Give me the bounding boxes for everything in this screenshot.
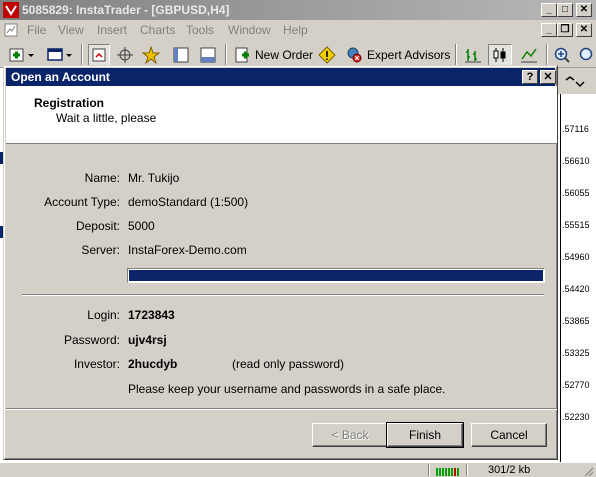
price-label: .52770 <box>562 380 590 390</box>
status-bar: 301/2 kb <box>0 462 596 477</box>
name-value: Mr. Tukijo <box>128 171 180 185</box>
line-chart-icon <box>521 48 537 63</box>
help-button[interactable]: ? <box>522 70 538 84</box>
price-label: .53325 <box>562 348 590 358</box>
new-order-icon <box>235 47 249 63</box>
finish-button[interactable]: Finish <box>386 422 464 448</box>
favorites-button[interactable] <box>142 44 162 66</box>
server-label: Server: <box>81 243 120 257</box>
menu-file[interactable]: File <box>27 23 46 37</box>
open-account-dialog: Open an Account ? ✕ Registration Wait a … <box>3 65 558 460</box>
price-label: .57116 <box>562 124 589 134</box>
profiles-icon <box>47 48 72 61</box>
price-axis <box>560 94 596 462</box>
navigator-button[interactable] <box>172 44 190 66</box>
candlestick-icon <box>493 48 506 62</box>
password-value: ujv4rsj <box>128 333 167 347</box>
investor-value: 2hucdyb <box>128 357 178 371</box>
back-button[interactable]: < Back <box>312 423 388 447</box>
progress-fill <box>129 270 543 281</box>
terminal-icon <box>200 47 216 63</box>
investor-label: Investor: <box>73 357 120 371</box>
minimize-button[interactable]: _ <box>541 3 557 17</box>
alert-button[interactable] <box>318 44 336 66</box>
profiles-button[interactable] <box>46 44 74 66</box>
mdi-minimize-button[interactable]: _ <box>541 23 557 37</box>
registration-progress-bar <box>127 268 545 283</box>
zoom-in-icon <box>554 47 570 63</box>
mdi-restore-button[interactable]: ❐ <box>557 23 573 37</box>
toolbar-overflow[interactable] <box>558 68 596 94</box>
expert-advisors-label: Expert Advisors <box>367 48 451 62</box>
investor-note: (read only password) <box>232 357 345 371</box>
price-label: .56610 <box>562 156 590 166</box>
traffic-status: 301/2 kb <box>488 464 531 476</box>
bar-chart-button[interactable] <box>464 44 482 66</box>
price-label: .56055 <box>562 188 590 198</box>
star-icon <box>142 46 161 64</box>
mdi-close-button[interactable]: ✕ <box>576 23 592 37</box>
maximize-button[interactable]: □ <box>557 3 573 17</box>
wizard-header: Registration Wait a little, please <box>6 86 557 144</box>
warning-icon <box>318 46 336 64</box>
toolbar: New Order Expert Advisors <box>0 40 596 68</box>
dialog-close-button[interactable]: ✕ <box>540 70 556 84</box>
button-divider <box>6 408 557 410</box>
new-chart-icon <box>9 48 34 62</box>
price-label: .54420 <box>562 284 590 294</box>
login-value: 1723843 <box>128 308 175 322</box>
wizard-step-subtitle: Wait a little, please <box>56 111 157 125</box>
price-label: .52230 <box>562 412 590 422</box>
deposit-value: 5000 <box>128 219 155 233</box>
login-label: Login: <box>87 308 120 322</box>
menu-window[interactable]: Window <box>228 23 271 37</box>
close-button[interactable]: ✕ <box>576 3 592 17</box>
deposit-label: Deposit: <box>75 219 120 233</box>
name-label: Name: <box>84 171 120 185</box>
credentials-notice: Please keep your username and passwords … <box>128 382 446 396</box>
price-label: .55515 <box>562 220 590 230</box>
server-value: InstaForex-Demo.com <box>128 243 247 257</box>
password-label: Password: <box>63 333 120 347</box>
crosshair-icon <box>117 47 133 63</box>
line-chart-button[interactable] <box>520 44 538 66</box>
cancel-button[interactable]: Cancel <box>471 423 547 447</box>
menu-tools[interactable]: Tools <box>186 23 214 37</box>
navigator-icon <box>173 47 189 63</box>
zoom-out-icon <box>579 47 593 61</box>
instatrader-logo-icon <box>3 2 19 18</box>
menu-help[interactable]: Help <box>283 23 308 37</box>
divider <box>22 294 544 296</box>
candlestick-button[interactable] <box>488 44 512 66</box>
expert-advisors-button[interactable]: Expert Advisors <box>345 44 450 66</box>
dialog-title-bar[interactable]: Open an Account ? ✕ <box>6 68 556 86</box>
wizard-step-title: Registration <box>34 96 105 110</box>
terminal-button[interactable] <box>199 44 217 66</box>
app-title-bar[interactable]: 5085829: InstaTrader - [GBPUSD,H4] _ □ ✕ <box>0 0 596 20</box>
menu-insert[interactable]: Insert <box>97 23 127 37</box>
account-type-label: Account Type: <box>44 195 120 209</box>
resize-grip-icon[interactable] <box>582 465 594 477</box>
crosshair-button[interactable] <box>116 44 134 66</box>
menu-view[interactable]: View <box>58 23 84 37</box>
chart-window-icon[interactable] <box>4 23 18 37</box>
new-order-button[interactable]: New Order <box>233 44 313 66</box>
account-type-value: demoStandard (1:500) <box>128 195 249 209</box>
new-chart-button[interactable] <box>8 44 36 66</box>
expert-advisors-icon <box>347 47 362 63</box>
price-label: .54960 <box>562 252 590 262</box>
connection-bars-icon <box>436 468 459 476</box>
chevron-down-icon <box>565 76 585 88</box>
market-watch-button[interactable] <box>88 44 110 66</box>
menu-bar: File View Insert Charts Tools Window Hel… <box>0 20 596 40</box>
dialog-title: Open an Account <box>11 70 110 84</box>
bar-chart-icon <box>465 49 481 63</box>
zoom-in-button[interactable] <box>553 44 571 66</box>
market-watch-icon <box>92 48 106 62</box>
zoom-out-button[interactable] <box>578 44 596 66</box>
menu-charts[interactable]: Charts <box>140 23 175 37</box>
app-title: 5085829: InstaTrader - [GBPUSD,H4] <box>22 3 230 17</box>
new-order-label: New Order <box>255 48 314 62</box>
price-label: .53865 <box>562 316 590 326</box>
